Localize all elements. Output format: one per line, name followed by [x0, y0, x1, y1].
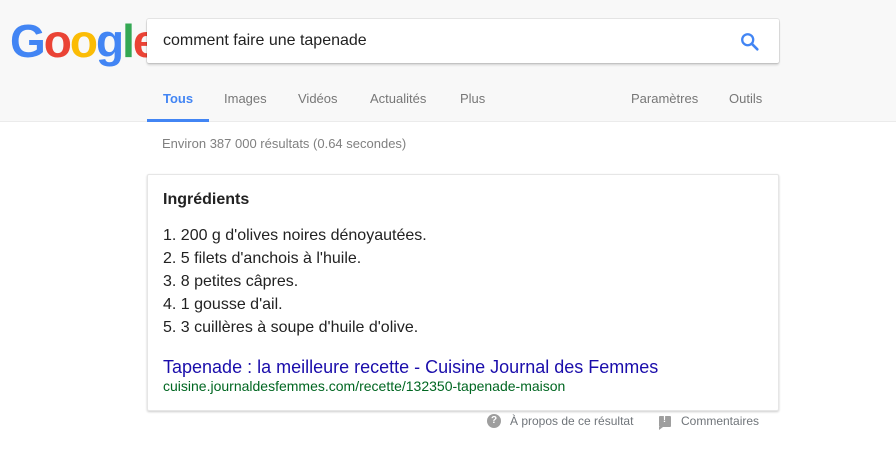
google-logo[interactable]: Google	[10, 15, 158, 67]
logo-letter: o	[69, 15, 98, 67]
result-stats: Environ 387 000 résultats (0.64 secondes…	[162, 136, 407, 151]
ingredient-list: 1. 200 g d'olives noires dénoyautées. 2.…	[163, 224, 427, 339]
list-item: 1. 200 g d'olives noires dénoyautées.	[163, 227, 427, 244]
search-icon[interactable]	[739, 31, 761, 53]
list-item: 3. 8 petites câpres.	[163, 273, 299, 290]
tab-tools[interactable]: Outils	[729, 82, 762, 122]
feedback-link[interactable]: Commentaires	[659, 414, 760, 430]
tab-videos[interactable]: Vidéos	[298, 82, 338, 122]
result-url: cuisine.journaldesfemmes.com/recette/132…	[163, 378, 566, 394]
header: Google Tous Images Vidéos Actualités Plu…	[0, 0, 896, 122]
tab-all[interactable]: Tous	[147, 82, 210, 122]
result-title-link[interactable]: Tapenade : la meilleure recette - Cuisin…	[163, 357, 658, 378]
feedback-icon	[659, 414, 671, 430]
tab-news[interactable]: Actualités	[370, 82, 426, 122]
search-box	[147, 19, 779, 63]
logo-letter: l	[122, 15, 135, 67]
logo-letter: G	[10, 15, 46, 67]
list-item: 2. 5 filets d'anchois à l'huile.	[163, 250, 362, 267]
about-result-link[interactable]: ? À propos de ce résultat	[487, 414, 633, 428]
logo-letter: g	[96, 15, 124, 67]
tab-images[interactable]: Images	[224, 82, 267, 122]
feedback-label: Commentaires	[681, 414, 760, 428]
tab-settings[interactable]: Paramètres	[631, 82, 698, 122]
list-item: 4. 1 gousse d'ail.	[163, 296, 283, 313]
help-icon: ?	[487, 414, 501, 428]
about-result-label: À propos de ce résultat	[510, 414, 634, 428]
logo-letter: o	[43, 15, 72, 67]
featured-snippet: Ingrédients 1. 200 g d'olives noires dén…	[147, 174, 779, 411]
list-item: 5. 3 cuillères à soupe d'huile d'olive.	[163, 319, 419, 336]
search-input[interactable]	[163, 19, 723, 63]
snippet-title: Ingrédients	[163, 191, 250, 208]
tab-more[interactable]: Plus	[460, 82, 485, 122]
